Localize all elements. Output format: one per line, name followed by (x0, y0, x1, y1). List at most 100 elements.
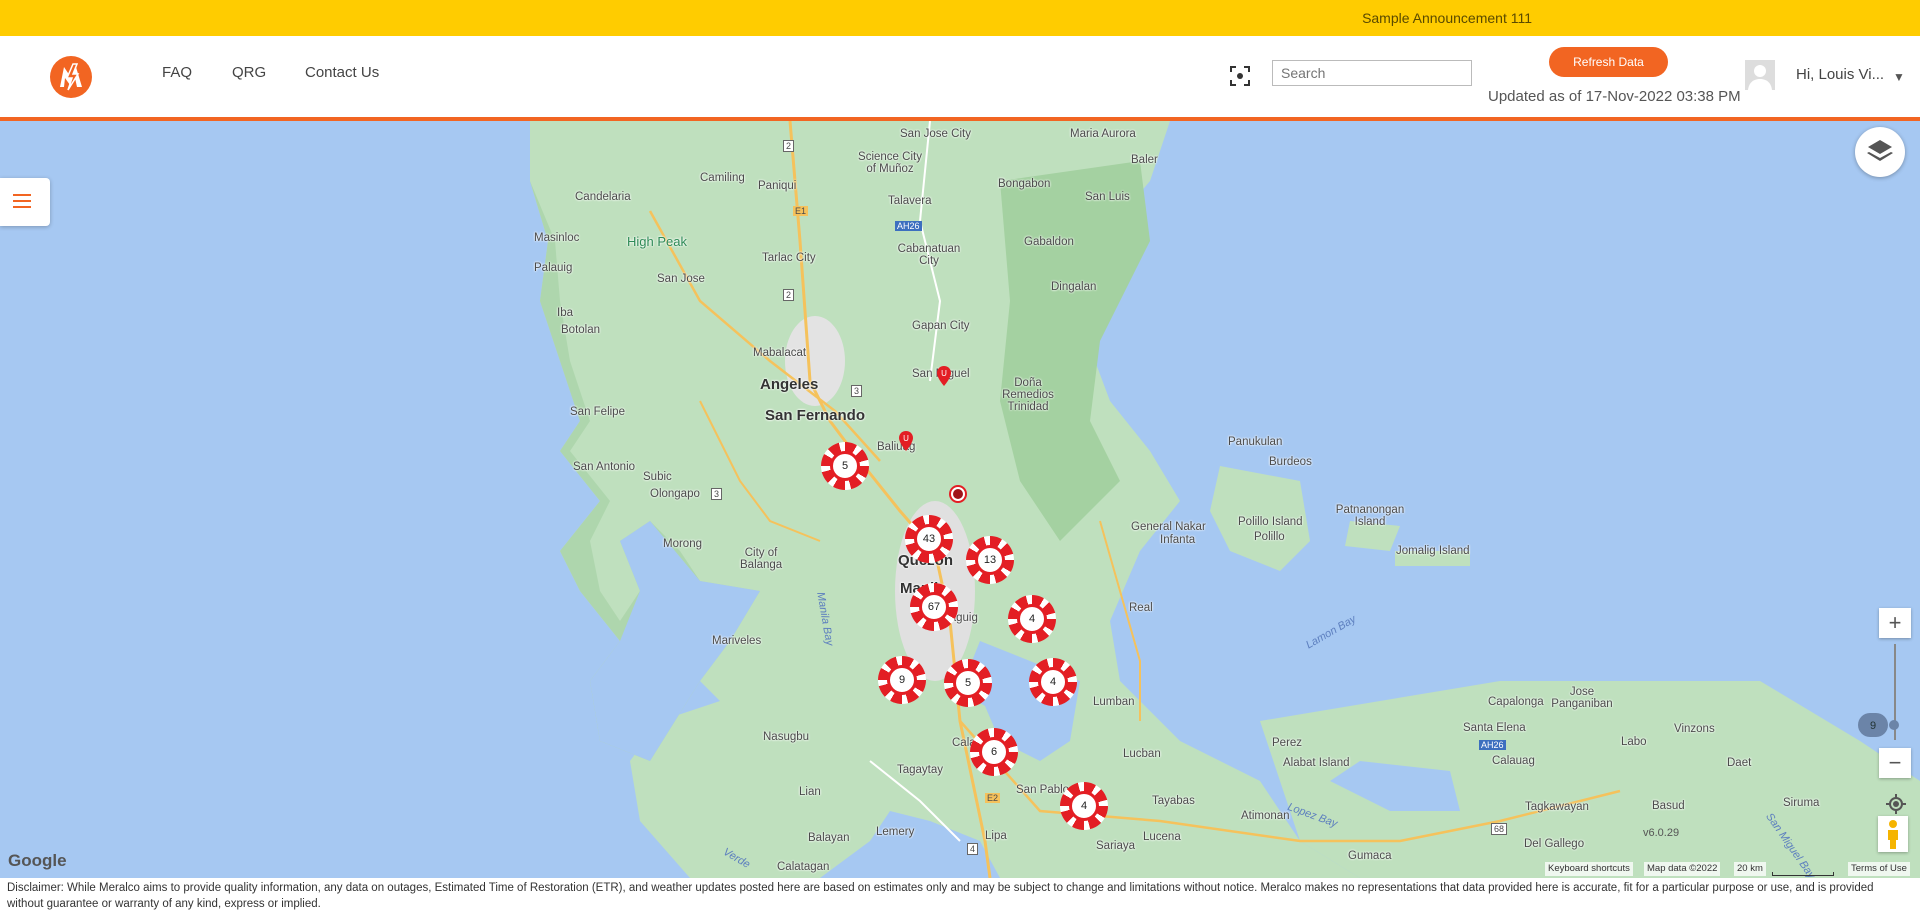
my-location-icon[interactable] (1885, 793, 1907, 815)
announcement-text: Sample Announcement 111 (1362, 10, 1532, 26)
outage-cluster[interactable]: 5 (944, 659, 992, 707)
outage-cluster[interactable]: 4 (1008, 595, 1056, 643)
place-label: Cabanatuan City (897, 243, 961, 267)
place-label: San Jose (657, 273, 705, 285)
place-label: Candelaria (575, 191, 631, 203)
refresh-data-button[interactable]: Refresh Data (1549, 47, 1668, 77)
outage-cluster[interactable]: 13 (966, 536, 1014, 584)
place-label: Polillo (1254, 531, 1285, 543)
zoom-out-button[interactable]: − (1879, 748, 1911, 778)
nav-contact-us[interactable]: Contact Us (305, 64, 379, 81)
meralco-logo[interactable] (48, 54, 94, 100)
place-label: San Jose City (900, 128, 971, 140)
place-label: Infanta (1160, 534, 1196, 546)
place-label: Botolan (561, 324, 601, 336)
keyboard-shortcuts-link[interactable]: Keyboard shortcuts (1545, 862, 1633, 876)
place-label: Palauig (534, 262, 573, 274)
outage-cluster[interactable]: 4 (1029, 658, 1077, 706)
place-label: Science City of Muñoz (858, 151, 922, 175)
place-label: Siruma (1783, 797, 1820, 809)
place-label: Lucban (1123, 748, 1161, 760)
place-label: Capalonga (1488, 696, 1544, 708)
place-label: Gapan City (912, 320, 970, 332)
road-shield: 68 (1491, 823, 1508, 835)
place-label: Basud (1652, 800, 1685, 812)
place-label: Morong (663, 538, 702, 550)
version-label: v6.0.29 (1643, 827, 1680, 839)
map-data-attribution: Map data ©2022 (1644, 862, 1721, 876)
place-label: Burdeos (1269, 456, 1312, 468)
outage-cluster[interactable]: 43 (905, 515, 953, 563)
scan-icon[interactable] (1230, 66, 1250, 86)
avatar[interactable] (1745, 60, 1775, 90)
place-label: Camiling (700, 172, 745, 184)
place-label: City of Balanga (740, 547, 783, 571)
google-logo[interactable]: Google (8, 851, 67, 871)
road-shield: 2 (783, 289, 795, 301)
place-label: Patnanongan Island (1335, 504, 1405, 528)
road-shield: 3 (711, 488, 723, 500)
chevron-down-icon[interactable]: ▼ (1893, 70, 1905, 84)
place-label: Lian (799, 786, 821, 798)
outage-cluster[interactable]: 5 (821, 442, 869, 490)
place-label: Tagkawayan (1525, 801, 1589, 813)
nav-qrg[interactable]: QRG (232, 64, 266, 81)
cluster-count: 67 (919, 592, 949, 622)
layers-button[interactable] (1855, 127, 1905, 177)
place-label: Lucena (1143, 831, 1181, 843)
place-label: Lemery (876, 826, 915, 838)
outage-cluster[interactable]: 4 (1060, 782, 1108, 830)
cluster-count: 43 (914, 524, 944, 554)
place-label: Polillo Island (1238, 516, 1303, 528)
user-greeting[interactable]: Hi, Louis Vi... (1796, 66, 1884, 83)
sidebar-toggle-button[interactable] (0, 178, 50, 226)
place-label: Mariveles (712, 635, 762, 647)
announcement-bar: Sample Announcement 111 (0, 0, 1920, 36)
place-label: San Felipe (570, 406, 625, 418)
updated-timestamp: Updated as of 17-Nov-2022 03:38 PM (1488, 88, 1741, 105)
nav-faq[interactable]: FAQ (162, 64, 192, 81)
outage-pin-icon[interactable]: U (899, 431, 913, 451)
user-silhouette-icon (1748, 65, 1772, 90)
outage-map[interactable]: San Jose City Maria Aurora Baler Camilin… (0, 121, 1920, 878)
place-label: Tarlac City (762, 252, 816, 264)
place-label: Iba (557, 307, 573, 319)
road-shield: AH26 (1479, 740, 1506, 750)
cluster-count: 4 (1069, 791, 1099, 821)
place-label: Maria Aurora (1070, 128, 1136, 140)
place-label: Jose Panganiban (1551, 686, 1613, 710)
place-label: Baler (1131, 154, 1158, 166)
cluster-count: 13 (975, 545, 1005, 575)
place-label: Daet (1727, 757, 1752, 769)
top-header: FAQ QRG Contact Us Refresh Data Updated … (0, 36, 1920, 117)
place-label: Calatagan (777, 861, 830, 873)
place-label: Vinzons (1674, 723, 1715, 735)
outage-cluster[interactable]: 67 (910, 583, 958, 631)
place-label: Alabat Island (1283, 757, 1350, 769)
outage-marker-icon[interactable] (949, 485, 967, 503)
zoom-slider-handle[interactable]: 9 (1858, 713, 1912, 737)
place-label: Gabaldon (1024, 236, 1074, 248)
cluster-count: 4 (1038, 667, 1068, 697)
svg-text:U: U (903, 434, 909, 443)
place-label: San Fernando (765, 407, 866, 424)
place-label: General Nakar (1131, 521, 1206, 533)
place-label: Doña Remedios Trinidad (1002, 377, 1054, 413)
layers-icon (1867, 140, 1893, 161)
outage-cluster[interactable]: 9 (878, 656, 926, 704)
place-label: Tagaytay (897, 764, 944, 776)
zoom-in-button[interactable]: + (1879, 608, 1911, 638)
place-label: Bongabon (998, 178, 1051, 190)
place-label: Atimonan (1241, 810, 1290, 822)
outage-cluster[interactable]: 6 (970, 728, 1018, 776)
place-label: Nasugbu (763, 731, 810, 743)
street-view-button[interactable] (1878, 816, 1908, 852)
outage-pin-icon[interactable]: U (937, 366, 951, 386)
road-shield: E1 (793, 206, 809, 216)
search-input[interactable] (1272, 60, 1472, 86)
svg-text:U: U (941, 369, 947, 378)
terms-of-use-link[interactable]: Terms of Use (1848, 862, 1910, 876)
cluster-count: 4 (1017, 604, 1047, 634)
road-shield: 4 (967, 843, 979, 855)
place-label: Jomalig Island (1396, 545, 1470, 557)
